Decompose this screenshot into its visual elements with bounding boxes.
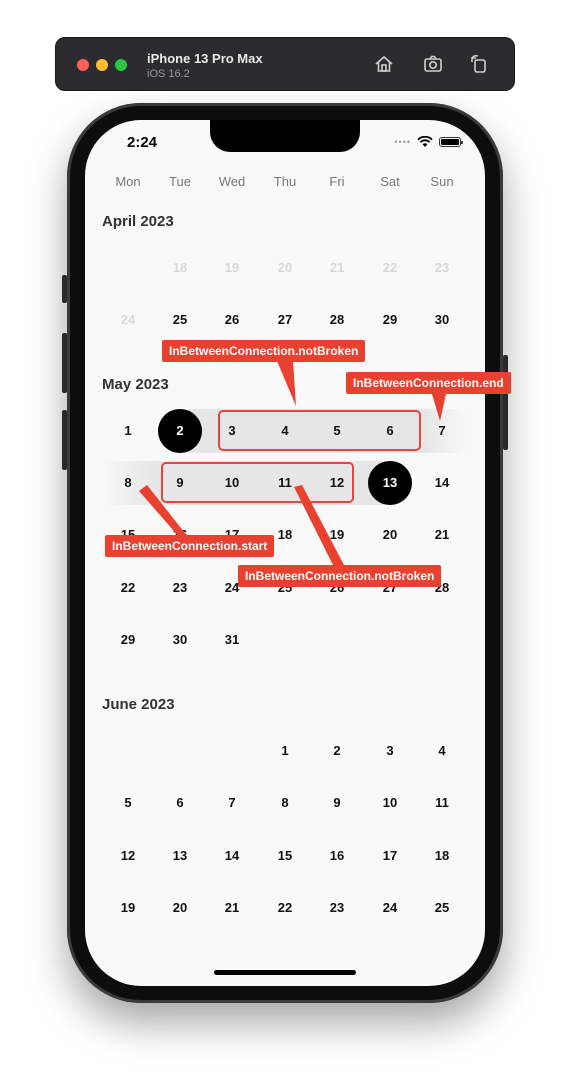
day-cell[interactable]: 20 xyxy=(158,886,202,930)
day-cell[interactable]: 13 xyxy=(368,461,412,505)
annotation-not-broken-bottom: InBetweenConnection.notBroken xyxy=(238,565,442,587)
day-cell[interactable]: 10 xyxy=(368,781,412,825)
day-cell[interactable]: 12 xyxy=(106,834,150,878)
day-cell[interactable]: 16 xyxy=(315,834,359,878)
power-button xyxy=(503,355,508,450)
day-cell[interactable]: 25 xyxy=(420,886,464,930)
day-cell: 24 xyxy=(120,312,136,327)
day-cell[interactable]: 2 xyxy=(158,409,202,453)
day-cell: 23 xyxy=(434,260,450,275)
screenshot-icon[interactable] xyxy=(422,53,444,75)
day-cell[interactable]: 17 xyxy=(368,834,412,878)
day-cell: 25 xyxy=(172,312,188,327)
day-cell[interactable]: 14 xyxy=(210,834,254,878)
signal-icon: •••• xyxy=(394,137,411,147)
day-cell[interactable]: 21 xyxy=(210,886,254,930)
day-cell[interactable]: 3 xyxy=(368,729,412,773)
home-indicator xyxy=(214,970,356,975)
day-cell[interactable]: 5 xyxy=(106,781,150,825)
day-cell[interactable]: 1 xyxy=(106,409,150,453)
day-cell[interactable]: 30 xyxy=(158,618,202,662)
weekday-label: Wed xyxy=(218,174,246,189)
minimize-window-button[interactable] xyxy=(96,59,108,71)
day-cell: 27 xyxy=(277,312,293,327)
simulator-toolbar: iPhone 13 Pro Max iOS 16.2 xyxy=(55,37,515,91)
weekday-label: Mon xyxy=(115,174,141,189)
close-window-button[interactable] xyxy=(77,59,89,71)
action-button xyxy=(62,275,67,303)
day-cell[interactable]: 4 xyxy=(420,729,464,773)
annotation-start: InBetweenConnection.start xyxy=(105,535,275,557)
day-cell: 21 xyxy=(329,260,345,275)
weekday-label: Fri xyxy=(329,174,345,189)
home-icon[interactable] xyxy=(373,53,395,75)
day-cell: 28 xyxy=(329,312,345,327)
day-cell: 29 xyxy=(382,312,398,327)
day-cell[interactable]: 2 xyxy=(315,729,359,773)
day-cell[interactable]: 8 xyxy=(263,781,307,825)
day-cell[interactable]: 11 xyxy=(420,781,464,825)
wifi-icon xyxy=(417,136,433,147)
month-title: May 2023 xyxy=(102,376,169,393)
day-cell: 20 xyxy=(277,260,293,275)
volume-down-button xyxy=(62,410,67,470)
weekday-label: Thu xyxy=(273,174,297,189)
day-cell[interactable]: 7 xyxy=(420,409,464,453)
day-cell: 22 xyxy=(382,260,398,275)
day-cell[interactable]: 13 xyxy=(158,834,202,878)
day-cell[interactable]: 6 xyxy=(158,781,202,825)
status-icons: •••• xyxy=(394,136,463,148)
day-cell[interactable]: 23 xyxy=(315,886,359,930)
day-cell[interactable]: 29 xyxy=(106,618,150,662)
status-time: 2:24 xyxy=(127,134,158,151)
day-cell[interactable]: 9 xyxy=(315,781,359,825)
day-cell: 19 xyxy=(224,260,240,275)
day-cell[interactable]: 7 xyxy=(210,781,254,825)
month-title: April 2023 xyxy=(102,213,174,230)
day-cell[interactable]: 19 xyxy=(315,513,359,557)
day-cell[interactable]: 14 xyxy=(420,461,464,505)
simulator-device-name: iPhone 13 Pro Max xyxy=(147,51,263,66)
day-cell[interactable]: 18 xyxy=(420,834,464,878)
day-cell[interactable]: 19 xyxy=(106,886,150,930)
day-cell[interactable]: 22 xyxy=(106,566,150,610)
day-cell[interactable]: 24 xyxy=(368,886,412,930)
day-cell[interactable]: 20 xyxy=(368,513,412,557)
simulator-os-version: iOS 16.2 xyxy=(147,68,190,80)
weekday-label: Sun xyxy=(430,174,454,189)
day-cell[interactable]: 21 xyxy=(420,513,464,557)
day-cell[interactable]: 15 xyxy=(263,834,307,878)
annotation-not-broken-top: InBetweenConnection.notBroken xyxy=(162,340,366,362)
weekday-header: Mon Tue Wed Thu Fri Sat Sun xyxy=(85,174,485,194)
zoom-window-button[interactable] xyxy=(115,59,127,71)
day-cell: 30 xyxy=(434,312,450,327)
annotation-end: InBetweenConnection.end xyxy=(346,372,511,394)
not-broken-outline-top xyxy=(218,410,421,451)
battery-icon xyxy=(439,137,463,147)
day-cell[interactable]: 8 xyxy=(106,461,150,505)
weekday-label: Tue xyxy=(169,174,191,189)
weekday-label: Sat xyxy=(380,174,400,189)
month-title: June 2023 xyxy=(102,696,175,713)
notch xyxy=(210,120,360,152)
day-cell: 18 xyxy=(172,260,188,275)
day-cell[interactable]: 1 xyxy=(263,729,307,773)
day-cell[interactable]: 23 xyxy=(158,566,202,610)
day-cell: 26 xyxy=(224,312,240,327)
rotate-icon[interactable] xyxy=(468,53,490,75)
day-cell[interactable]: 31 xyxy=(210,618,254,662)
volume-up-button xyxy=(62,333,67,393)
day-cell[interactable]: 22 xyxy=(263,886,307,930)
not-broken-outline-bottom xyxy=(161,462,354,503)
